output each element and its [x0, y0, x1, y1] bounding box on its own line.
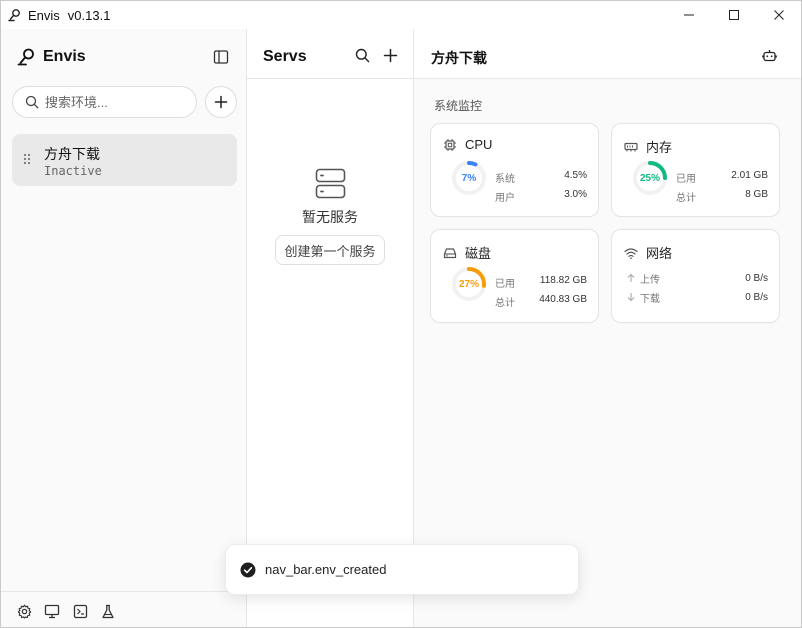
divider — [247, 78, 413, 79]
arrow-down-icon — [627, 293, 635, 302]
plus-icon — [214, 95, 228, 109]
env-search-input[interactable] — [45, 94, 185, 110]
envis-logo-icon — [8, 8, 22, 22]
add-service-button[interactable] — [383, 48, 398, 66]
env-status: Inactive — [44, 164, 102, 178]
brand-name: Envis — [43, 48, 86, 65]
terminal-icon[interactable] — [72, 603, 88, 619]
app-window: Envisv0.13.1 Envis 方舟下载 Inactive — [0, 0, 802, 628]
hard-drive-icon — [443, 247, 457, 258]
cpu-title: CPU — [465, 137, 493, 152]
sidebar: Envis 方舟下载 Inactive — [1, 29, 247, 627]
window-title: Envis v0.13.1 — [28, 7, 111, 23]
envis-logo-icon — [17, 48, 34, 66]
cpu-percent: 7% — [461, 172, 477, 184]
disk-card: 磁盘 27% 已用 118.82 GB 总计 440.83 GB — [430, 229, 599, 323]
memory-card: 内存 25% 已用 2.01 GB 总计 8 GB — [611, 123, 780, 217]
memory-icon — [624, 142, 638, 151]
server-icon — [315, 168, 346, 202]
main-header: 方舟下载 — [414, 29, 801, 79]
cpu-chip-icon — [444, 138, 456, 151]
close-button[interactable] — [756, 1, 802, 29]
network-row-download: 下载 0 B/s — [626, 291, 768, 305]
memory-percent: 25% — [639, 172, 660, 184]
wifi-icon — [624, 247, 638, 259]
search-services-button[interactable] — [355, 48, 370, 66]
brand: Envis — [17, 47, 86, 67]
minimize-icon — [684, 14, 694, 16]
toast-message: nav_bar.env_created — [265, 562, 387, 577]
toast-notification: nav_bar.env_created — [225, 544, 579, 595]
create-first-service-button[interactable]: 创建第一个服务 — [275, 235, 385, 265]
sidebar-panel-icon — [213, 50, 229, 64]
services-panel: Servs 暂无服务 创建第一个服务 — [247, 29, 414, 627]
env-title: 方舟下载 — [431, 50, 487, 66]
env-search-box[interactable] — [12, 86, 197, 118]
network-row-upload: 上传 0 B/s — [626, 272, 768, 286]
network-card: 网络 上传 0 B/s 下载 0 B/s — [611, 229, 780, 323]
empty-services-text: 暂无服务 — [302, 209, 358, 225]
arrow-up-icon — [627, 273, 635, 282]
env-list-item[interactable]: 方舟下载 Inactive — [12, 134, 237, 186]
sidebar-footer — [1, 591, 246, 627]
disk-title: 磁盘 — [465, 246, 492, 261]
check-circle-icon — [240, 562, 256, 577]
close-icon — [774, 10, 784, 20]
search-icon — [25, 95, 39, 109]
memory-title: 内存 — [646, 140, 673, 155]
network-title: 网络 — [646, 246, 673, 261]
section-label: 系统监控 — [434, 99, 483, 113]
gear-icon[interactable] — [16, 603, 32, 619]
drag-handle-icon[interactable] — [23, 153, 31, 168]
add-env-button[interactable] — [205, 86, 237, 118]
services-title: Servs — [263, 48, 307, 65]
search-icon — [355, 48, 370, 63]
env-name: 方舟下载 — [44, 146, 100, 162]
plus-icon — [383, 48, 398, 63]
flask-icon[interactable] — [100, 603, 116, 619]
minimize-button[interactable] — [666, 1, 712, 29]
robot-icon[interactable] — [762, 48, 777, 66]
maximize-button[interactable] — [711, 1, 757, 29]
main-panel: 方舟下载 系统监控 CPU 7% 系统 4.5% 用户 3.0% 内存 25% … — [414, 29, 801, 627]
monitor-icon[interactable] — [44, 603, 60, 619]
disk-percent: 27% — [458, 278, 479, 290]
sidebar-toggle-button[interactable] — [213, 49, 229, 65]
maximize-icon — [729, 10, 739, 20]
cpu-card: CPU 7% 系统 4.5% 用户 3.0% — [430, 123, 599, 217]
